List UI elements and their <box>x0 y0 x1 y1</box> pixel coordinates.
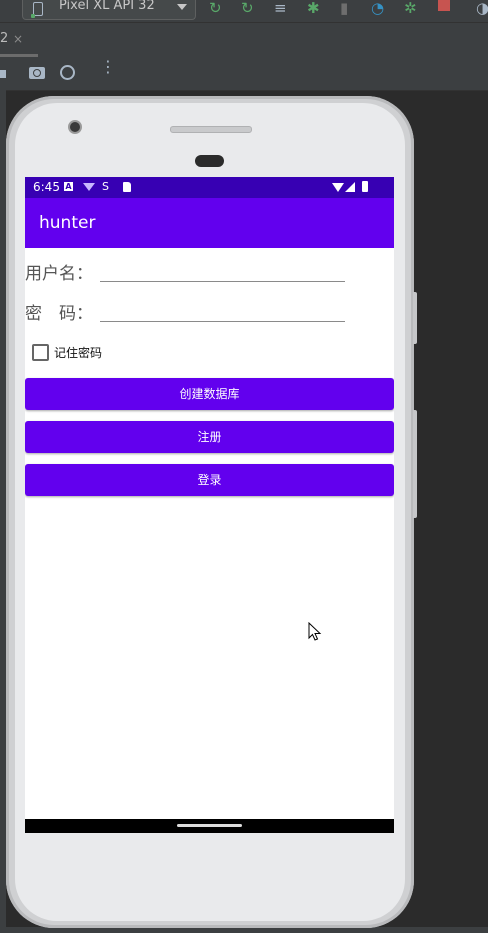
apply-code-changes-icon[interactable]: ↻ <box>241 0 254 16</box>
reset-icon[interactable] <box>60 65 75 80</box>
power-button[interactable] <box>413 410 417 518</box>
login-button[interactable]: 登录 <box>25 464 394 496</box>
password-underline <box>100 321 345 322</box>
run-coverage-icon[interactable]: ≡ <box>274 0 287 16</box>
camera-icon[interactable] <box>29 67 45 79</box>
wifi-sync-icon <box>83 183 95 191</box>
mouse-cursor-icon <box>308 622 322 641</box>
s-icon: S <box>102 180 109 193</box>
attach-debugger-icon[interactable]: ▮ <box>340 0 348 16</box>
more-vert-icon[interactable]: ⋮ <box>100 59 116 75</box>
signal-icon <box>345 182 355 192</box>
android-device-icon <box>31 2 43 18</box>
device-selector[interactable]: Pixel XL API 32 <box>22 0 196 20</box>
emulator-toolbar: ⋮ <box>0 58 488 91</box>
username-label: 用户名： <box>25 264 93 284</box>
ide-toolbar: Pixel XL API 32 ↻ ↻ ≡ ✱ ▮ ◔ ✲ ◑ <box>0 0 488 22</box>
profiler-icon[interactable]: ◔ <box>371 0 384 16</box>
battery-icon <box>362 181 368 192</box>
app-bar: hunter <box>25 198 394 248</box>
run-tests-icon[interactable]: ✲ <box>404 0 417 16</box>
status-time: 6:45 <box>33 180 60 194</box>
sd-card-icon <box>123 182 131 192</box>
app-title: hunter <box>39 213 96 233</box>
create-database-button[interactable]: 创建数据库 <box>25 378 394 410</box>
proximity-sensor <box>195 155 224 167</box>
tab-label[interactable]: 2 <box>0 31 8 46</box>
volume-button[interactable] <box>413 292 417 344</box>
ide-tab-bar: 2 × <box>0 22 488 60</box>
device-name: Pixel XL API 32 <box>59 0 155 13</box>
navigation-bar <box>25 819 394 833</box>
wifi-icon <box>332 183 344 192</box>
chevron-down-icon <box>177 4 187 10</box>
active-tab-indicator <box>0 54 38 57</box>
front-camera <box>68 120 82 134</box>
earpiece-speaker <box>170 126 252 133</box>
stop-square-icon[interactable] <box>0 70 6 78</box>
sync-icon[interactable]: ◑ <box>476 0 488 16</box>
tab-close-icon[interactable]: × <box>13 32 23 46</box>
register-button[interactable]: 注册 <box>25 421 394 453</box>
status-bar: 6:45 A S <box>25 177 394 198</box>
username-input[interactable] <box>100 255 345 281</box>
remember-password-checkbox[interactable] <box>32 344 49 361</box>
remember-password-label[interactable]: 记住密码 <box>54 344 102 361</box>
password-label: 密 码： <box>25 304 93 324</box>
notification-a-icon: A <box>64 182 73 191</box>
debug-icon[interactable]: ✱ <box>307 0 320 16</box>
device-screen: 6:45 A S hunter 用户名： 密 码： 记住密码 创建数据库 注册 … <box>25 177 394 833</box>
password-input[interactable] <box>100 295 345 321</box>
apply-changes-icon[interactable]: ↻ <box>209 0 222 16</box>
username-underline <box>100 281 345 282</box>
stop-icon[interactable] <box>438 0 450 11</box>
home-gesture-handle[interactable] <box>177 824 242 827</box>
